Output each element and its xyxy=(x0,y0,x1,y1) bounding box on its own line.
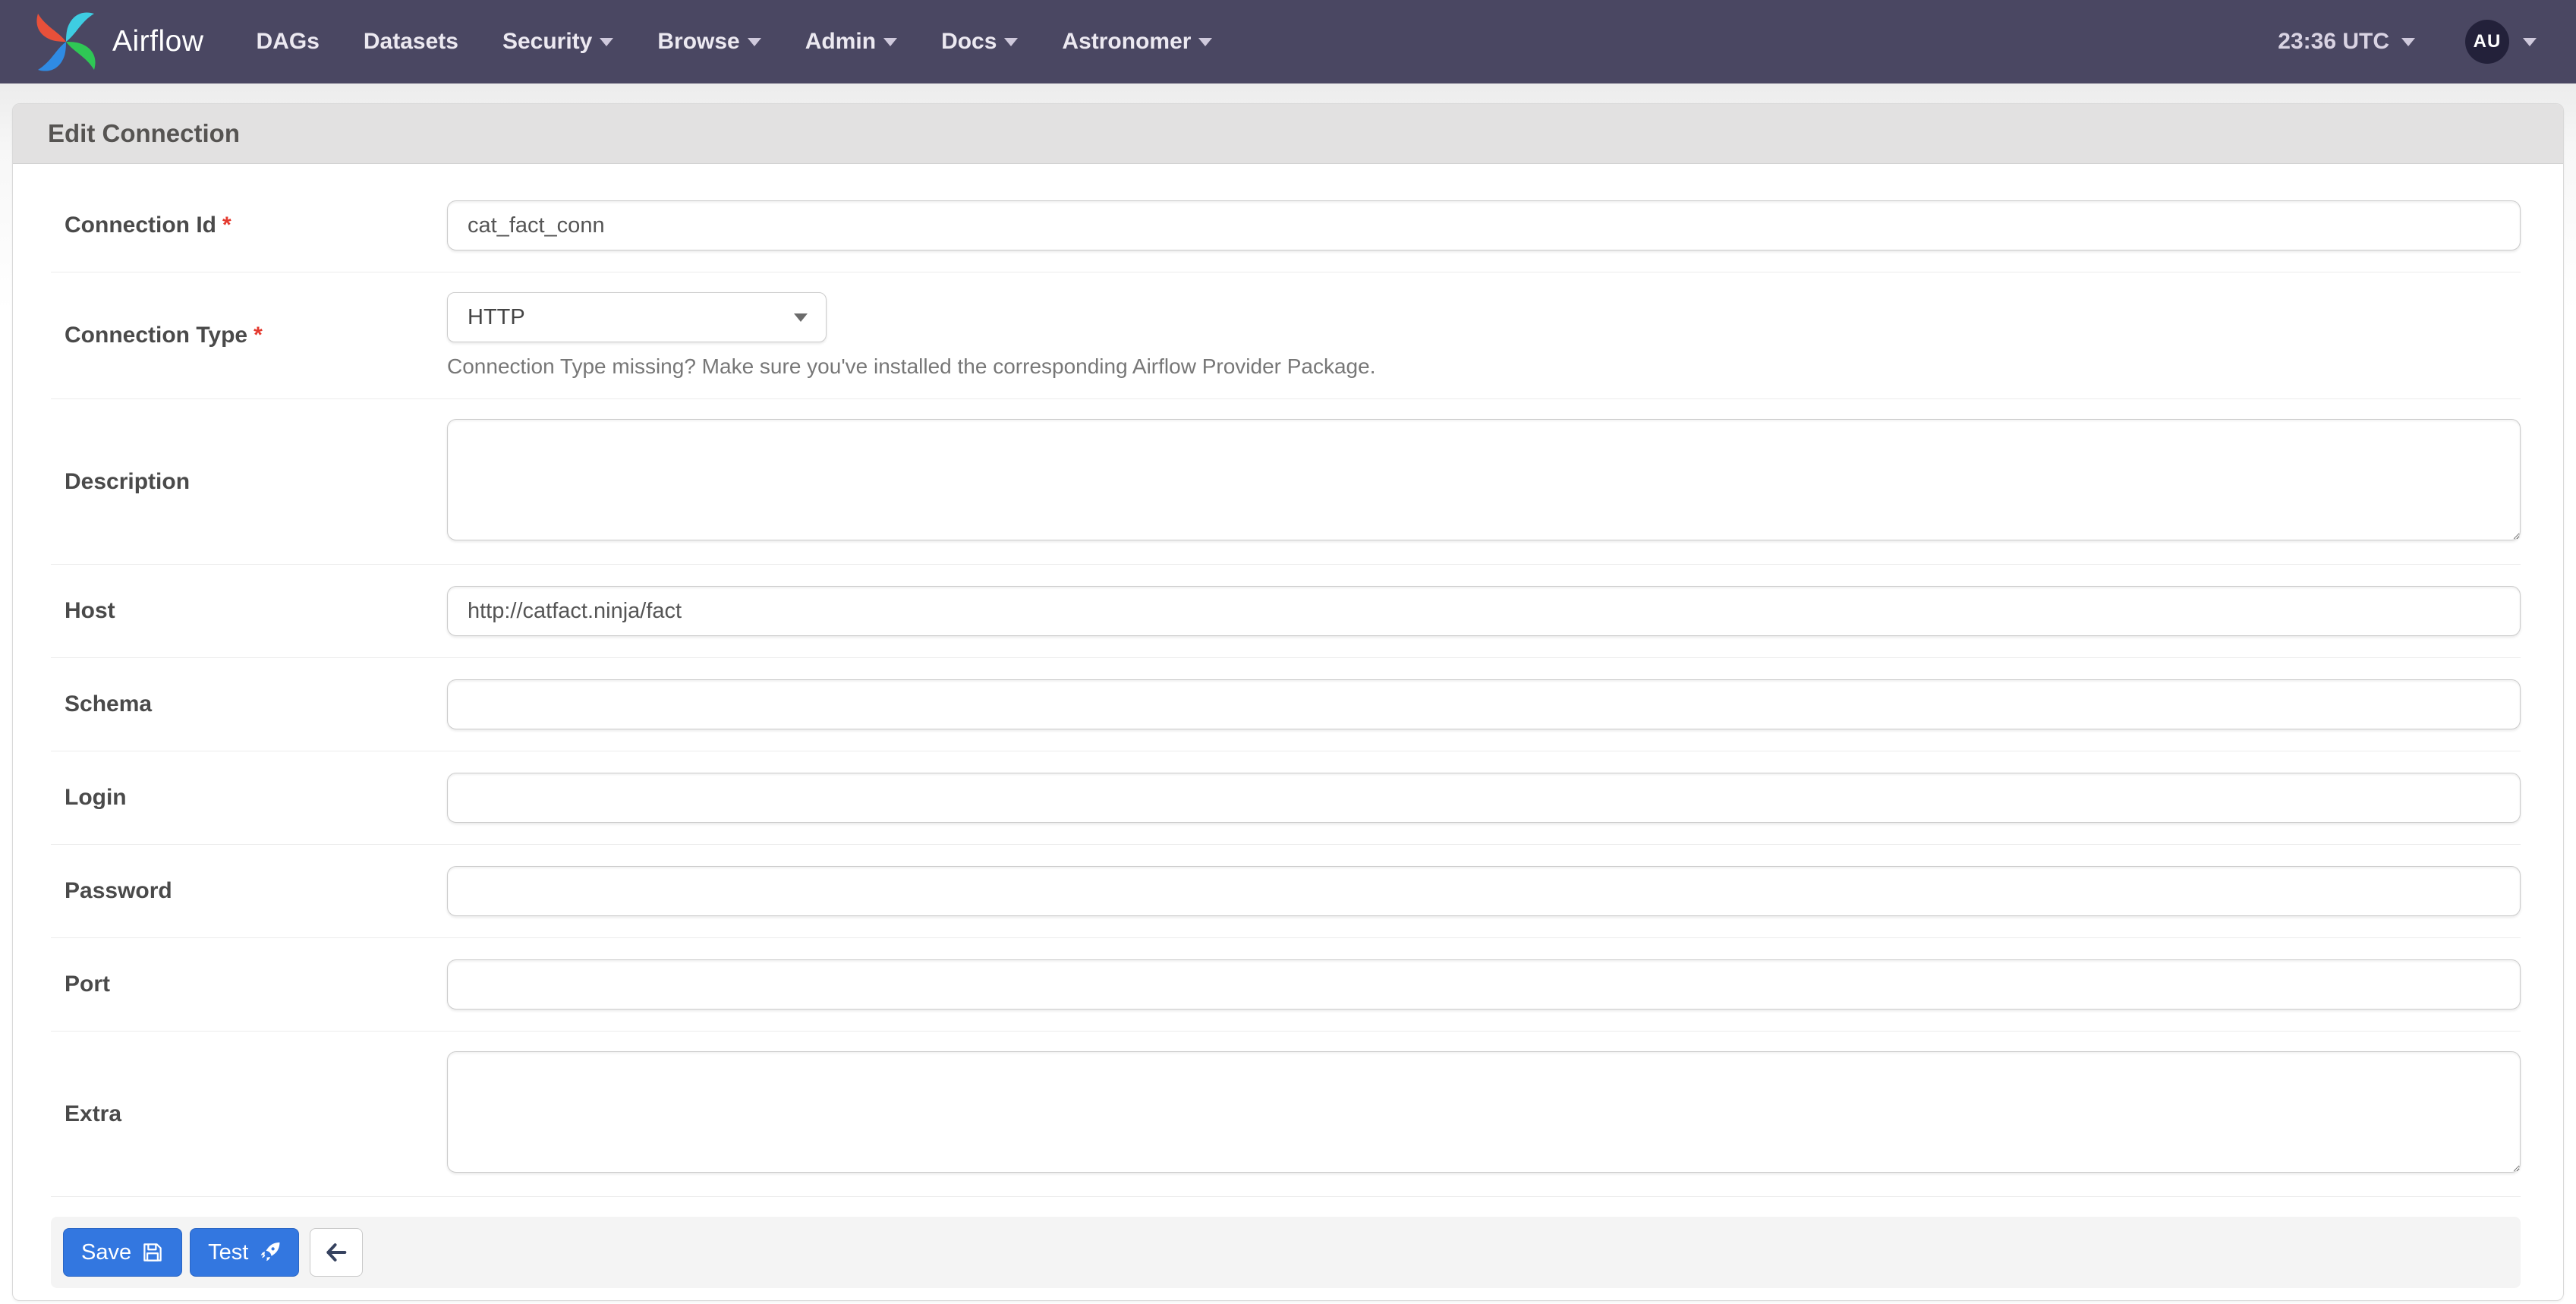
airflow-brand[interactable]: Airflow xyxy=(33,9,204,74)
panel-body: Connection Id* Connection Type* HTTP Con… xyxy=(13,164,2563,1300)
panel-header: Edit Connection xyxy=(13,104,2563,164)
test-button[interactable]: Test xyxy=(190,1228,300,1277)
form-footer: Save Test xyxy=(51,1217,2521,1288)
login-input[interactable] xyxy=(447,773,2521,823)
connection-id-input[interactable] xyxy=(447,200,2521,250)
password-row: Password xyxy=(51,845,2521,938)
nav-menu: DAGs Datasets Security Browse Admin Docs… xyxy=(235,0,1235,83)
avatar[interactable]: AU xyxy=(2465,20,2509,64)
nav-item-datasets[interactable]: Datasets xyxy=(342,0,480,83)
extra-label: Extra xyxy=(65,1101,122,1126)
user-menu-chevron-down-icon[interactable] xyxy=(2523,37,2537,46)
required-asterisk: * xyxy=(254,323,263,348)
login-label: Login xyxy=(65,785,127,810)
password-label: Password xyxy=(65,878,172,903)
connection-type-label: Connection Type * xyxy=(65,323,263,348)
port-label: Port xyxy=(65,972,110,997)
host-input[interactable] xyxy=(447,586,2521,636)
description-textarea[interactable] xyxy=(447,419,2521,540)
chevron-down-icon xyxy=(2401,37,2415,46)
nav-item-browse[interactable]: Browse xyxy=(635,0,783,83)
host-label: Host xyxy=(65,598,115,623)
brand-title: Airflow xyxy=(112,25,204,58)
select-chevron-down-icon xyxy=(794,313,808,322)
chevron-down-icon xyxy=(747,37,761,46)
port-input[interactable] xyxy=(447,959,2521,1009)
chevron-down-icon xyxy=(883,37,898,46)
login-row: Login xyxy=(51,751,2521,845)
nav-item-admin[interactable]: Admin xyxy=(783,0,919,83)
connection-type-helper-text: Connection Type missing? Make sure you'v… xyxy=(447,354,1376,378)
airflow-pinwheel-icon xyxy=(36,12,96,71)
navbar-right: 23:36 UTC AU xyxy=(2278,20,2537,64)
connection-id-row: Connection Id * xyxy=(51,179,2521,272)
extra-textarea[interactable] xyxy=(447,1051,2521,1173)
selected-connection-type: HTTP xyxy=(468,304,525,329)
password-input[interactable] xyxy=(447,866,2521,916)
nav-item-security[interactable]: Security xyxy=(480,0,635,83)
nav-item-dags[interactable]: DAGs xyxy=(235,0,342,83)
nav-item-docs[interactable]: Docs xyxy=(919,0,1040,83)
port-row: Port xyxy=(51,938,2521,1032)
schema-input[interactable] xyxy=(447,679,2521,729)
connection-id-label: Connection Id * xyxy=(65,213,231,238)
description-label: Description xyxy=(65,468,191,494)
chevron-down-icon xyxy=(1198,37,1213,46)
host-row: Host xyxy=(51,565,2521,658)
description-row: Description xyxy=(51,399,2521,565)
edit-connection-panel: Edit Connection Connection Id* Connectio… xyxy=(12,103,2564,1301)
arrow-left-icon xyxy=(326,1243,347,1261)
nav-item-astronomer[interactable]: Astronomer xyxy=(1040,0,1234,83)
chevron-down-icon xyxy=(600,37,614,46)
floppy-save-icon xyxy=(143,1243,162,1261)
navbar: Airflow DAGs Datasets Security Browse Ad… xyxy=(0,0,2576,83)
required-asterisk: * xyxy=(222,213,231,238)
clock-dropdown[interactable]: 23:36 UTC xyxy=(2278,29,2415,55)
page-background: Edit Connection Connection Id* Connectio… xyxy=(0,83,2576,1304)
chevron-down-icon xyxy=(1004,37,1019,46)
clock-label: 23:36 UTC xyxy=(2278,29,2389,54)
schema-row: Schema xyxy=(51,658,2521,751)
connection-type-select[interactable]: HTTP xyxy=(447,292,827,342)
connection-type-row: Connection Type * HTTP Connection Type mi… xyxy=(51,272,2521,399)
page-title: Edit Connection xyxy=(48,119,240,147)
schema-label: Schema xyxy=(65,691,153,717)
extra-row: Extra xyxy=(51,1032,2521,1197)
rocket-icon xyxy=(261,1242,280,1261)
back-button[interactable] xyxy=(310,1228,364,1277)
save-button[interactable]: Save xyxy=(63,1228,183,1277)
